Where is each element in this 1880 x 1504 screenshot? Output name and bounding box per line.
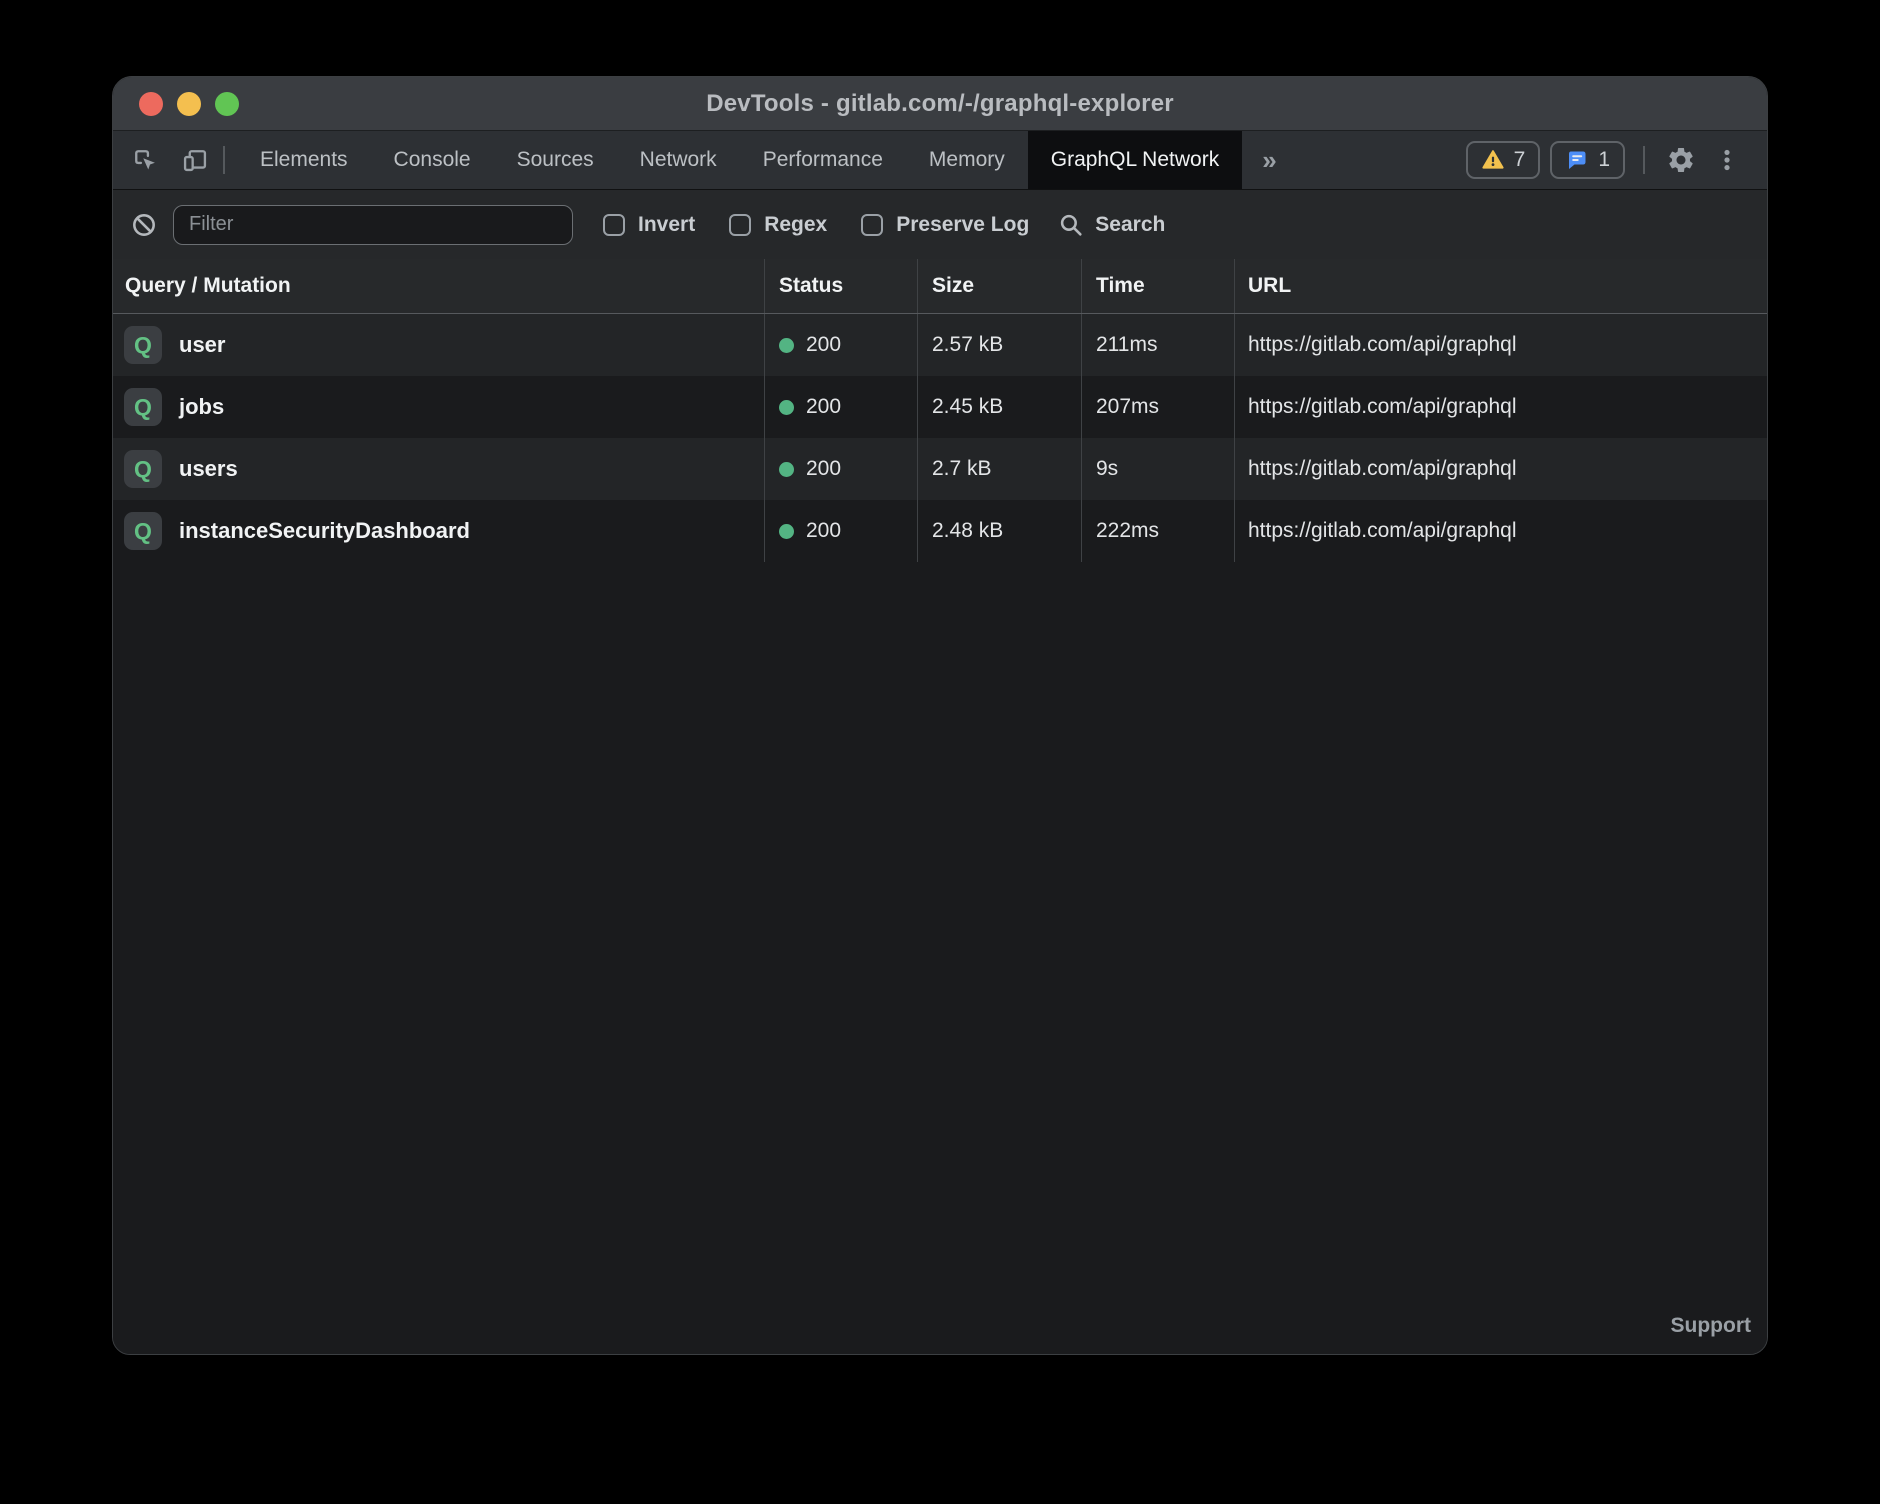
request-url: https://gitlab.com/api/graphql xyxy=(1248,519,1517,543)
response-size: 2.45 kB xyxy=(932,395,1003,419)
title-bar: DevTools - gitlab.com/-/graphql-explorer xyxy=(113,77,1767,131)
table-row[interactable]: Q users 200 2.7 kB 9s https://gitlab.com… xyxy=(113,438,1767,500)
search-label: Search xyxy=(1095,213,1165,237)
devtools-window: DevTools - gitlab.com/-/graphql-explorer xyxy=(112,76,1768,1355)
messages-badge[interactable]: 1 xyxy=(1550,141,1625,179)
status-code: 200 xyxy=(806,333,841,357)
tab-network[interactable]: Network xyxy=(617,131,740,189)
tab-elements[interactable]: Elements xyxy=(237,131,371,189)
minimize-window-button[interactable] xyxy=(177,92,201,116)
preserve-log-label: Preserve Log xyxy=(896,213,1029,237)
message-bubble-icon xyxy=(1565,148,1589,172)
regex-checkbox-group[interactable]: Regex xyxy=(729,213,827,237)
column-header-query-mutation[interactable]: Query / Mutation xyxy=(113,259,764,313)
controls-divider xyxy=(1643,146,1645,174)
response-time: 9s xyxy=(1096,457,1118,481)
more-tabs-chevron-icon[interactable]: » xyxy=(1242,131,1296,189)
status-ok-dot-icon xyxy=(779,524,794,539)
response-size: 2.57 kB xyxy=(932,333,1003,357)
query-type-badge: Q xyxy=(124,326,162,364)
window-title: DevTools - gitlab.com/-/graphql-explorer xyxy=(706,90,1174,118)
filter-bar: Invert Regex Preserve Log Search xyxy=(113,190,1767,259)
support-link[interactable]: Support xyxy=(1671,1314,1751,1338)
invert-label: Invert xyxy=(638,213,695,237)
warnings-badge[interactable]: 7 xyxy=(1466,141,1541,179)
search-icon xyxy=(1057,211,1085,239)
tab-performance[interactable]: Performance xyxy=(740,131,906,189)
request-url: https://gitlab.com/api/graphql xyxy=(1248,395,1517,419)
toolbar-divider xyxy=(223,146,225,174)
tab-bar-spacer xyxy=(1297,131,1466,189)
query-name: instanceSecurityDashboard xyxy=(179,518,470,544)
query-name: jobs xyxy=(179,394,224,420)
table-row[interactable]: Q user 200 2.57 kB 211ms https://gitlab.… xyxy=(113,314,1767,376)
toolbar-left-icons xyxy=(113,131,213,189)
warnings-count: 7 xyxy=(1514,148,1526,172)
tab-console[interactable]: Console xyxy=(371,131,494,189)
query-name: user xyxy=(179,332,225,358)
response-time: 211ms xyxy=(1096,333,1157,357)
toggle-device-toolbar-icon[interactable] xyxy=(177,142,213,178)
query-type-badge: Q xyxy=(124,512,162,550)
search-button[interactable]: Search xyxy=(1057,211,1165,239)
settings-gear-icon[interactable] xyxy=(1663,142,1699,178)
status-code: 200 xyxy=(806,395,841,419)
response-size: 2.7 kB xyxy=(932,457,992,481)
status-ok-dot-icon xyxy=(779,462,794,477)
preserve-log-checkbox[interactable] xyxy=(861,214,883,236)
clear-block-icon[interactable] xyxy=(127,208,161,242)
preserve-log-checkbox-group[interactable]: Preserve Log xyxy=(861,213,1029,237)
status-code: 200 xyxy=(806,519,841,543)
query-type-badge: Q xyxy=(124,450,162,488)
regex-label: Regex xyxy=(764,213,827,237)
table-row[interactable]: Q instanceSecurityDashboard 200 2.48 kB … xyxy=(113,500,1767,562)
query-type-badge: Q xyxy=(124,388,162,426)
response-size: 2.48 kB xyxy=(932,519,1003,543)
query-name: users xyxy=(179,456,238,482)
invert-checkbox[interactable] xyxy=(603,214,625,236)
tab-memory[interactable]: Memory xyxy=(906,131,1028,189)
request-url: https://gitlab.com/api/graphql xyxy=(1248,333,1517,357)
close-window-button[interactable] xyxy=(139,92,163,116)
table-header: Query / Mutation Status Size Time URL xyxy=(113,259,1767,314)
tab-sources[interactable]: Sources xyxy=(494,131,617,189)
column-header-url[interactable]: URL xyxy=(1234,259,1767,313)
status-code: 200 xyxy=(806,457,841,481)
response-time: 207ms xyxy=(1096,395,1159,419)
messages-count: 1 xyxy=(1598,148,1610,172)
zoom-window-button[interactable] xyxy=(215,92,239,116)
tab-graphql-network[interactable]: GraphQL Network xyxy=(1028,131,1242,189)
column-header-status[interactable]: Status xyxy=(764,259,917,313)
filter-input[interactable] xyxy=(173,205,573,245)
status-ok-dot-icon xyxy=(779,400,794,415)
column-header-time[interactable]: Time xyxy=(1081,259,1234,313)
devtools-tab-bar: Elements Console Sources Network Perform… xyxy=(113,131,1767,190)
column-header-size[interactable]: Size xyxy=(917,259,1081,313)
toolbar-right-controls: 7 1 xyxy=(1466,131,1767,189)
traffic-lights xyxy=(139,77,239,130)
empty-table-area: Support xyxy=(113,562,1767,1354)
invert-checkbox-group[interactable]: Invert xyxy=(603,213,695,237)
request-url: https://gitlab.com/api/graphql xyxy=(1248,457,1517,481)
inspect-element-icon[interactable] xyxy=(127,142,163,178)
table-row[interactable]: Q jobs 200 2.45 kB 207ms https://gitlab.… xyxy=(113,376,1767,438)
more-options-kebab-icon[interactable] xyxy=(1709,142,1745,178)
warning-triangle-icon xyxy=(1481,148,1505,172)
response-time: 222ms xyxy=(1096,519,1159,543)
regex-checkbox[interactable] xyxy=(729,214,751,236)
panel-tabs: Elements Console Sources Network Perform… xyxy=(237,131,1242,189)
desktop-background: DevTools - gitlab.com/-/graphql-explorer xyxy=(0,0,1880,1504)
status-ok-dot-icon xyxy=(779,338,794,353)
